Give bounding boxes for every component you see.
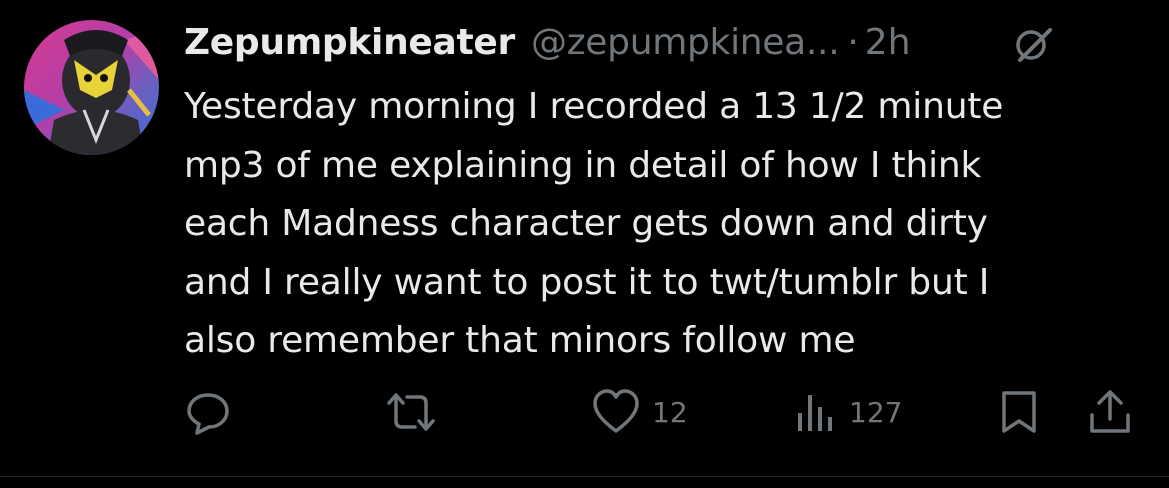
views-icon [793,387,839,437]
avatar[interactable] [24,20,159,155]
share-button[interactable] [1087,384,1133,440]
retweet-button[interactable] [383,384,439,440]
bookmark-icon [998,387,1040,437]
bookmark-button[interactable] [998,384,1040,440]
separator-dot: · [847,21,859,63]
author-display-name[interactable]: Zepumpkineater [184,22,515,63]
retweet-icon [383,387,439,437]
like-button[interactable]: 12 [590,384,688,440]
share-icon [1087,387,1133,437]
tweet-header: Zepumpkineater @zepumpkinea... · 2h [184,14,911,70]
heart-icon [590,387,642,437]
author-handle[interactable]: @zepumpkinea... [531,22,840,63]
tweet[interactable]: Zepumpkineater @zepumpkinea... · 2h Yest… [0,0,1169,488]
grok-icon[interactable] [1012,24,1054,66]
divider [0,476,1169,477]
timestamp[interactable]: 2h [865,22,911,63]
reply-button[interactable] [183,384,233,440]
reply-icon [183,387,233,437]
views-count: 127 [849,395,903,429]
action-bar: 12 127 [0,384,1169,440]
views-button[interactable]: 127 [793,384,902,440]
like-count: 12 [652,395,688,429]
tweet-text: Yesterday morning I recorded a 13 1/2 mi… [184,86,1004,361]
